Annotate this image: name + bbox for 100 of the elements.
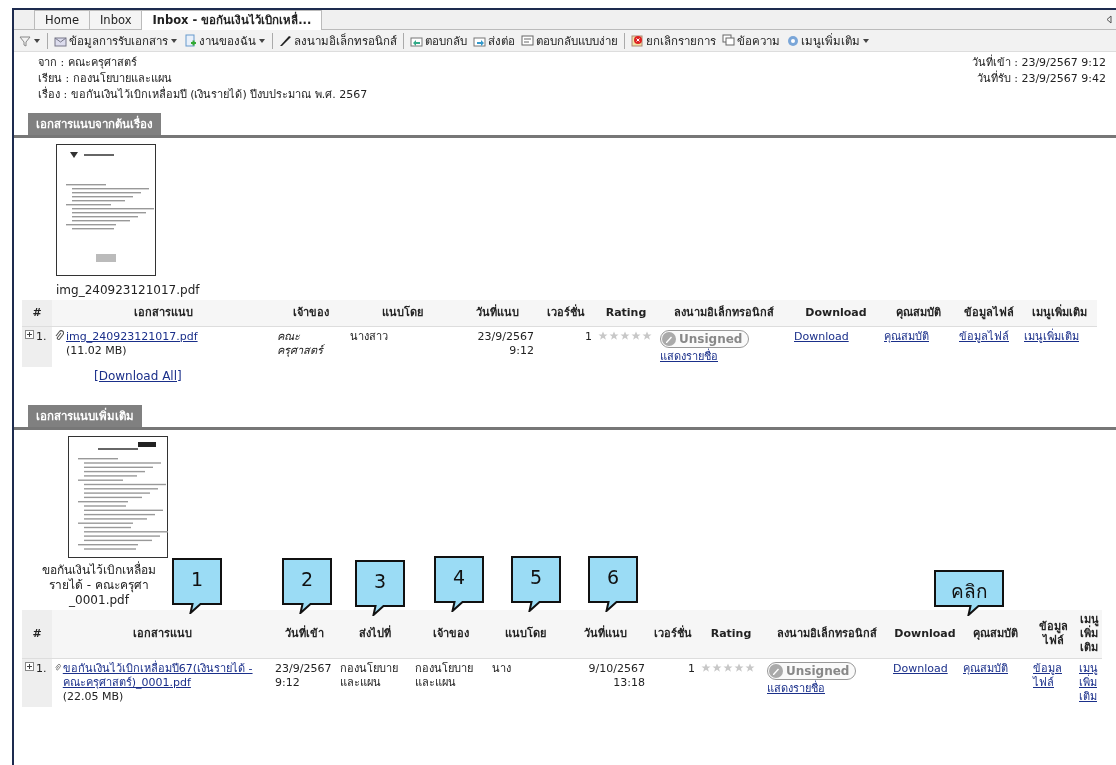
column-header: เจ้าของ: [274, 300, 347, 327]
column-header: แนบโดย: [489, 610, 562, 659]
caret-icon: [33, 36, 41, 45]
callout: 3: [355, 560, 405, 616]
table-cell-text: 23/9/2567 9:12: [476, 329, 535, 359]
column-header: เอกสารแนบ: [52, 300, 274, 327]
table-cell-text: 1: [584, 329, 593, 345]
table-link[interactable]: เมนูเพิ่มเติม: [1079, 662, 1099, 704]
table-link[interactable]: Download: [794, 330, 878, 344]
header-field: จาก : คณะครุศาสตร์: [38, 55, 368, 71]
column-header: Rating: [698, 610, 764, 659]
table-link[interactable]: ข้อมูลไฟล์: [1033, 662, 1073, 690]
callout: 4: [434, 556, 484, 612]
table-cell-text: นาง: [491, 661, 512, 677]
file-link[interactable]: img_240923121017.pdf: [66, 330, 198, 344]
column-header: แนบโดย: [347, 300, 457, 327]
callout: 5: [511, 556, 561, 612]
callout: 6: [588, 556, 638, 612]
column-header: เมนูเพิ่มเติม: [1021, 300, 1097, 327]
table-cell-text: 1: [687, 661, 696, 677]
star-icon: [598, 331, 608, 341]
pen-circle-icon: [662, 332, 676, 346]
header-date: วันที่รับ : 23/9/2567 9:42: [976, 71, 1106, 87]
callout: คลิก: [934, 570, 1004, 616]
toolbar-button[interactable]: ข้อมูลการรับเอกสาร: [51, 31, 181, 50]
inbox-tray-icon: [54, 34, 67, 47]
expand-icon: [25, 662, 34, 671]
expand-icon: [25, 330, 34, 339]
section-header: เอกสารแนบเพิ่มเติม: [28, 405, 142, 427]
column-header: วันที่แนบ: [457, 300, 537, 327]
star-icon: [745, 663, 755, 673]
column-header: ข้อมูลไฟล์: [1030, 610, 1076, 659]
callout: 1: [172, 558, 222, 614]
envelope-reply-icon: [410, 34, 423, 47]
row-number: 1.: [36, 662, 47, 676]
star-icon: [734, 663, 744, 673]
section-header: เอกสารแนบจากต้นเรื่อง: [28, 113, 161, 135]
toolbar-button[interactable]: ลงนามอิเล็กทรอนิกส์: [276, 31, 400, 50]
star-icon: [620, 331, 630, 341]
column-header: เจ้าของ: [412, 610, 489, 659]
caret-icon: [170, 36, 178, 45]
column-header: #: [22, 610, 52, 659]
column-header: Rating: [595, 300, 657, 327]
table-link[interactable]: คุณสมบัติ: [884, 330, 953, 344]
column-header: Download: [791, 300, 881, 327]
table-cell-text: กองนโยบายและแผน: [414, 661, 474, 691]
table-cell-text: 9/10/2567 13:18: [587, 661, 646, 691]
column-header: ส่งไปที่: [337, 610, 412, 659]
header-field: เรื่อง : ขอกันเงินไว้เบิกเหลื่อมปี (เงินรายได้) ปีงบประมาณ พ.ศ. 2567: [38, 87, 368, 103]
column-header: วันที่แนบ: [562, 610, 648, 659]
tab[interactable]: Inbox - ขอกันเงินไว้เบิกเหลื่...: [141, 10, 323, 30]
table-cell-text: 23/9/2567 9:12: [274, 661, 333, 691]
column-header: #: [22, 300, 52, 327]
signer-list-link[interactable]: แสดงรายชื่อ: [767, 682, 887, 696]
scroll-left-icon: [1106, 15, 1112, 24]
toolbar-button[interactable]: ส่งต่อ: [470, 31, 518, 50]
tab[interactable]: Inbox: [88, 10, 143, 29]
column-header: ลงนามอิเล็กทรอนิกส์: [657, 300, 791, 327]
toolbar-button[interactable]: ยกเลิกรายการ: [628, 31, 719, 50]
column-header: Download: [890, 610, 960, 659]
file-caption: ขอกันเงินไว้เบิกเหลื่อม: [41, 563, 157, 578]
table-cell-text: คณะ ครุศาสตร์: [276, 329, 326, 359]
download-all-link[interactable]: [Download All]: [94, 369, 182, 383]
document-lines-icon: [521, 34, 534, 47]
file-caption: img_240923121017.pdf: [56, 283, 201, 298]
column-header: เวอร์ชั่น: [537, 300, 595, 327]
pen-icon: [279, 34, 292, 47]
cancel-icon: [631, 34, 644, 47]
toolbar-button[interactable]: ตอบกลับแบบง่าย: [518, 31, 621, 50]
star-icon: [701, 663, 711, 673]
file-caption: รายได้ - คณะครุศา: [48, 578, 150, 593]
table-link[interactable]: คุณสมบัติ: [963, 662, 1027, 676]
document-plus-icon: [184, 34, 197, 47]
row-number: 1.: [36, 330, 47, 344]
toolbar-button[interactable]: เมนูเพิ่มเติม: [783, 31, 873, 50]
tab[interactable]: Home: [34, 10, 90, 29]
table-link[interactable]: Download: [893, 662, 957, 676]
unsigned-badge: Unsigned: [767, 662, 857, 680]
caret-icon: [862, 36, 870, 45]
caret-icon: [258, 36, 266, 45]
star-icon: [631, 331, 641, 341]
table-link[interactable]: เมนูเพิ่มเติม: [1024, 330, 1094, 344]
star-icon: [712, 663, 722, 673]
star-icon: [642, 331, 652, 341]
column-header: ข้อมูลไฟล์: [956, 300, 1021, 327]
header-date: วันที่เข้า : 23/9/2567 9:12: [971, 55, 1106, 70]
callout: 2: [282, 558, 332, 614]
table-link[interactable]: ข้อมูลไฟล์: [959, 330, 1018, 344]
filter-icon: [19, 34, 31, 47]
toolbar-button[interactable]: ข้อความ: [719, 31, 783, 50]
unsigned-badge: Unsigned: [660, 330, 750, 348]
table-cell-text: นางสาว: [349, 329, 389, 345]
signer-list-link[interactable]: แสดงรายชื่อ: [660, 350, 788, 364]
toolbar-button[interactable]: งานของฉัน: [181, 31, 269, 50]
pen-circle-icon: [769, 664, 783, 678]
file-link[interactable]: ขอกันเงินไว้เบิกเหลื่อมปี67(เงินรายได้ - คณะครุศาสตร์)_0001.pdf: [62, 662, 269, 690]
header-field: เรียน : กองนโยบายและแผน: [38, 71, 368, 87]
envelope-forward-icon: [473, 34, 486, 47]
toolbar-button[interactable]: ตอบกลับ: [407, 31, 470, 50]
column-header: ลงนามอิเล็กทรอนิกส์: [764, 610, 890, 659]
